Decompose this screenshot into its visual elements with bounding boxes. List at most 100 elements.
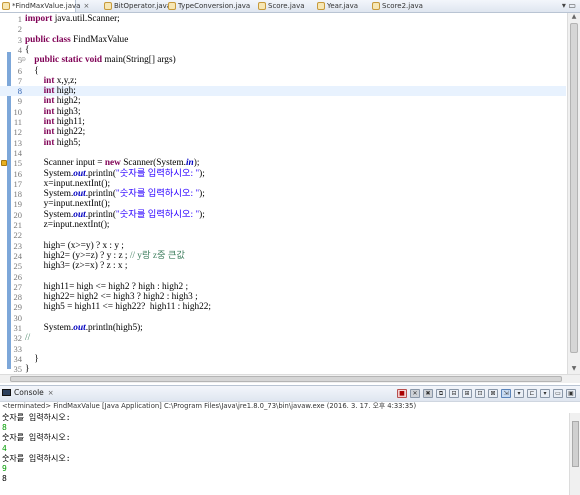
console-tool-button[interactable]: ▾ — [514, 389, 524, 398]
console-input-line: 4 — [2, 443, 7, 453]
code-token-kw: int — [43, 86, 55, 97]
code-line[interactable]: 18 System.out.println("숫자를 입력하시오: "); — [0, 189, 566, 199]
scroll-up-arrow-icon[interactable]: ▲ — [570, 13, 578, 20]
code-line[interactable]: 31 System.out.println(high5); — [0, 323, 566, 333]
code-line[interactable]: 30 — [0, 313, 566, 323]
tab-console[interactable]: Console × — [2, 388, 54, 397]
tab-label: BitOperator.java — [114, 2, 172, 10]
scroll-thumb[interactable] — [10, 376, 562, 382]
code-line[interactable]: 21 z=input.nextInt(); — [0, 220, 566, 230]
close-icon[interactable]: × — [48, 389, 54, 397]
code-text: System.out.println("숫자를 입력하시오: "); — [25, 189, 205, 199]
code-text: int high2; — [25, 96, 81, 106]
editor-horizontal-scrollbar[interactable] — [0, 374, 580, 383]
code-editor[interactable]: 1 import java.util.Scanner; 2 3 public class… — [0, 13, 580, 378]
console-tool-button[interactable]: ⧉ — [436, 389, 446, 398]
scroll-down-arrow-icon[interactable]: ▼ — [570, 365, 578, 372]
console-tool-button[interactable]: ▣ — [566, 389, 576, 398]
console-tool-button[interactable]: ⊡ — [475, 389, 485, 398]
code-line[interactable]: 20 System.out.println("숫자를 입력하시오: "); — [0, 210, 566, 220]
code-token: main(String[] args) — [102, 55, 176, 66]
scroll-thumb[interactable] — [570, 23, 578, 353]
java-file-icon — [258, 2, 266, 10]
code-line[interactable]: 28 high22= high2 <= high3 ? high2 : high… — [0, 292, 566, 302]
code-line[interactable]: 16 System.out.println("숫자를 입력하시오: "); — [0, 169, 566, 179]
code-token-kw: import — [25, 14, 53, 24]
code-line[interactable]: 24 high2= (y>=z) ? y : z ; // y랑 z중 큰값 — [0, 251, 566, 261]
code-line[interactable]: 14 — [0, 148, 566, 158]
code-text: int high5; — [25, 138, 81, 148]
code-text: int high11; — [25, 117, 85, 127]
tab-year[interactable]: Year.java — [315, 0, 358, 12]
code-line[interactable]: 11 int high11; — [0, 117, 566, 127]
tab-view-menu[interactable]: ▾ ▭ — [562, 1, 576, 10]
tab-bitoperator[interactable]: BitOperator.java — [102, 0, 171, 12]
close-icon[interactable]: × — [83, 2, 89, 10]
console-tool-button[interactable]: ⊟ — [449, 389, 459, 398]
code-token-fld: out — [73, 168, 86, 179]
console-tool-button[interactable]: ✖ — [423, 389, 433, 398]
tab-typeconversion[interactable]: TypeConversion.java — [166, 0, 250, 12]
tab-label: Year.java — [327, 2, 359, 10]
code-line[interactable]: 3 public class FindMaxValue — [0, 35, 566, 45]
code-line[interactable]: 33 — [0, 344, 566, 354]
console-tool-button[interactable]: ⊠ — [488, 389, 498, 398]
code-line[interactable]: 26 — [0, 272, 566, 282]
code-line[interactable]: 1 import java.util.Scanner; — [0, 14, 566, 24]
code-line[interactable]: 34 } — [0, 354, 566, 364]
code-line[interactable]: 23 high= (x>=y) ? x : y ; — [0, 241, 566, 251]
code-line[interactable]: 22 — [0, 230, 566, 240]
line-number: 19 — [13, 199, 23, 210]
console-tool-button[interactable]: ⊏ — [527, 389, 537, 398]
code-line[interactable]: 17 x=input.nextInt(); — [0, 179, 566, 189]
java-file-icon — [317, 2, 325, 10]
code-token-kw: int — [43, 127, 55, 138]
warning-marker-icon[interactable] — [1, 160, 7, 167]
tab-findmaxvalue[interactable]: *FindMaxValue.java × — [0, 0, 89, 12]
code-line[interactable]: 8 int high; — [0, 86, 566, 97]
console-output[interactable]: 숫자를 입력하시오: 8 숫자를 입력하시오: 4 숫자를 입력하시오: 9 8 — [2, 413, 568, 495]
code-line[interactable]: 2 — [0, 24, 566, 34]
editor-tab-bar: *FindMaxValue.java × BitOperator.java Ty… — [0, 0, 580, 13]
code-line[interactable]: 25 high3= (z>=x) ? z : x ; — [0, 261, 566, 271]
code-line[interactable]: 35} — [0, 364, 566, 374]
tab-score2[interactable]: Score2.java — [370, 0, 423, 12]
code-line[interactable]: 9 int high2; — [0, 96, 566, 106]
code-text: public static void main(String[] args) — [25, 55, 176, 66]
console-vertical-scrollbar[interactable] — [569, 413, 580, 495]
code-line[interactable]: 29 high5 = high11 <= high22? high11 : hi… — [0, 302, 566, 312]
code-line[interactable]: 32// — [0, 333, 566, 343]
code-token-str: "숫자를 입력하시오: " — [115, 189, 200, 200]
line-number: 24 — [13, 250, 23, 261]
code-line[interactable]: 13 int high5; — [0, 138, 566, 148]
code-text: x=input.nextInt(); — [25, 179, 110, 189]
console-tool-button[interactable]: ⊞ — [462, 389, 472, 398]
code-line[interactable]: 7 int x,y,z; — [0, 76, 566, 86]
code-token: high3; — [54, 106, 81, 117]
tab-score[interactable]: Score.java — [256, 0, 305, 12]
code-line[interactable]: 27 high11= high <= high2 ? high : high2 … — [0, 282, 566, 292]
code-text: y=input.nextInt(); — [25, 199, 110, 209]
code-line[interactable]: 6 { — [0, 66, 566, 76]
code-line[interactable]: 10 int high3; — [0, 107, 566, 117]
code-line[interactable]: 12 int high22; — [0, 127, 566, 137]
console-tool-button[interactable]: ▾ — [540, 389, 550, 398]
editor-vertical-scrollbar[interactable]: ▲ ▼ — [567, 13, 580, 378]
java-file-icon — [372, 2, 380, 10]
code-token: .println( — [85, 189, 116, 200]
scroll-thumb[interactable] — [572, 421, 579, 467]
code-line[interactable]: 5 ⊖ public static void main(String[] args… — [0, 55, 566, 65]
code-line[interactable]: 15 Scanner input = new Scanner(System.in… — [0, 158, 566, 168]
console-tool-button[interactable]: ■ — [397, 389, 407, 398]
code-line[interactable]: 4{ — [0, 45, 566, 55]
line-number: 4 — [17, 44, 22, 55]
tab-label: *FindMaxValue.java — [12, 2, 81, 10]
console-tool-button[interactable]: ⇲ — [501, 389, 511, 398]
console-tool-button[interactable]: ✕ — [410, 389, 420, 398]
code-token: x=input.nextInt(); — [25, 178, 111, 189]
code-token: high; — [54, 86, 76, 97]
code-line[interactable]: 19 y=input.nextInt(); — [0, 199, 566, 209]
line-number: 2 — [17, 24, 22, 35]
console-tool-button[interactable]: ▭ — [553, 389, 563, 398]
